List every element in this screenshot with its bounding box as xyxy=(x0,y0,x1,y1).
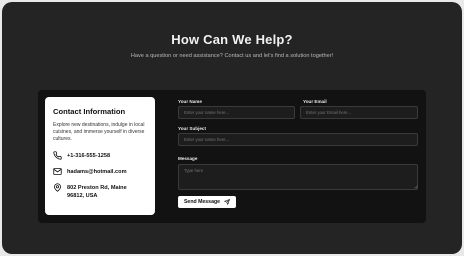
name-input[interactable] xyxy=(178,106,295,119)
send-message-button[interactable]: Send Message xyxy=(178,196,236,208)
street-address: 802 Preston Rd, Maine 96812, USA xyxy=(67,185,127,199)
page-subtitle: Have a question or need assistance? Cont… xyxy=(130,53,334,59)
phone-number[interactable]: +1-316-555-1258 xyxy=(67,152,110,160)
page-title: How Can We Help? xyxy=(171,32,293,47)
email-input[interactable] xyxy=(300,106,418,119)
contact-info-title: Contact Information xyxy=(53,107,126,116)
resize-handle-icon[interactable] xyxy=(413,184,418,189)
contact-address: 802 Preston Rd, Maine 96812, USA xyxy=(53,183,147,200)
message-label: Message xyxy=(178,156,198,161)
message-textarea[interactable] xyxy=(178,164,418,190)
email-label: Your Email xyxy=(303,99,327,104)
phone-icon xyxy=(53,151,62,160)
email-address[interactable]: hadams@hotmail.com xyxy=(67,168,127,176)
subject-label: Your Subject xyxy=(178,126,206,131)
mail-icon xyxy=(53,168,62,175)
contact-phone: +1-316-555-1258 xyxy=(53,151,147,160)
subject-input[interactable] xyxy=(178,133,418,146)
contact-info-card: Contact Information Explore new destinat… xyxy=(45,97,155,215)
send-icon xyxy=(224,199,230,205)
location-pin-icon xyxy=(54,183,61,192)
contact-email: hadams@hotmail.com xyxy=(53,168,147,176)
contact-info-description: Explore new destinations, indulge in loc… xyxy=(53,122,145,142)
send-message-label: Send Message xyxy=(183,199,221,205)
name-label: Your Name xyxy=(178,99,202,104)
